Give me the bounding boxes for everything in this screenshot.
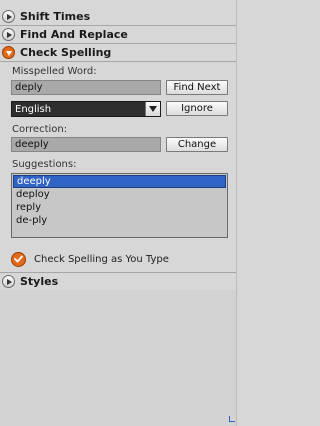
suggestion-item[interactable]: deploy xyxy=(12,188,227,201)
suggestion-item[interactable]: deeply xyxy=(13,175,226,188)
find-next-button[interactable]: Find Next xyxy=(166,80,228,95)
disclosure-down-icon[interactable] xyxy=(2,46,15,59)
section-styles[interactable]: Styles xyxy=(2,274,234,289)
section-title: Find And Replace xyxy=(20,28,128,41)
section-title: Check Spelling xyxy=(20,46,112,59)
section-shift-times[interactable]: Shift Times xyxy=(2,9,234,24)
checkbox-checked-icon[interactable] xyxy=(11,251,26,267)
section-find-replace[interactable]: Find And Replace xyxy=(2,27,234,42)
disclosure-right-icon[interactable] xyxy=(2,28,15,41)
misspelled-word-field: deply xyxy=(11,80,161,95)
divider xyxy=(0,61,236,62)
chevron-down-icon[interactable] xyxy=(145,102,160,116)
divider xyxy=(0,25,236,26)
check-as-you-type-label: Check Spelling as You Type xyxy=(34,253,169,265)
suggestion-item[interactable]: reply xyxy=(12,201,227,214)
disclosure-right-icon[interactable] xyxy=(2,275,15,288)
language-value: English xyxy=(15,104,52,115)
correction-field[interactable]: deeply xyxy=(11,137,161,152)
ignore-button[interactable]: Ignore xyxy=(166,101,228,116)
divider xyxy=(0,43,236,44)
inspector-panel: Shift Times Find And Replace Check Spell… xyxy=(0,0,236,426)
divider xyxy=(0,272,236,273)
misspelled-word-label: Misspelled Word: xyxy=(12,66,97,77)
panel-edge xyxy=(236,0,237,426)
disclosure-right-icon[interactable] xyxy=(2,10,15,23)
suggestion-item[interactable]: de-ply xyxy=(12,214,227,227)
empty-panel-area xyxy=(0,290,236,426)
resize-handle-icon[interactable] xyxy=(229,416,235,422)
change-button[interactable]: Change xyxy=(166,137,228,152)
correction-label: Correction: xyxy=(12,124,68,135)
suggestions-label: Suggestions: xyxy=(12,159,77,170)
check-as-you-type-row[interactable]: Check Spelling as You Type xyxy=(11,251,169,267)
section-title: Styles xyxy=(20,275,59,288)
language-select[interactable]: English xyxy=(11,101,161,117)
suggestions-list[interactable]: deeply deploy reply de-ply xyxy=(11,173,228,238)
checkmark-icon xyxy=(14,255,23,263)
section-title: Shift Times xyxy=(20,10,91,23)
section-check-spelling[interactable]: Check Spelling xyxy=(2,45,234,60)
